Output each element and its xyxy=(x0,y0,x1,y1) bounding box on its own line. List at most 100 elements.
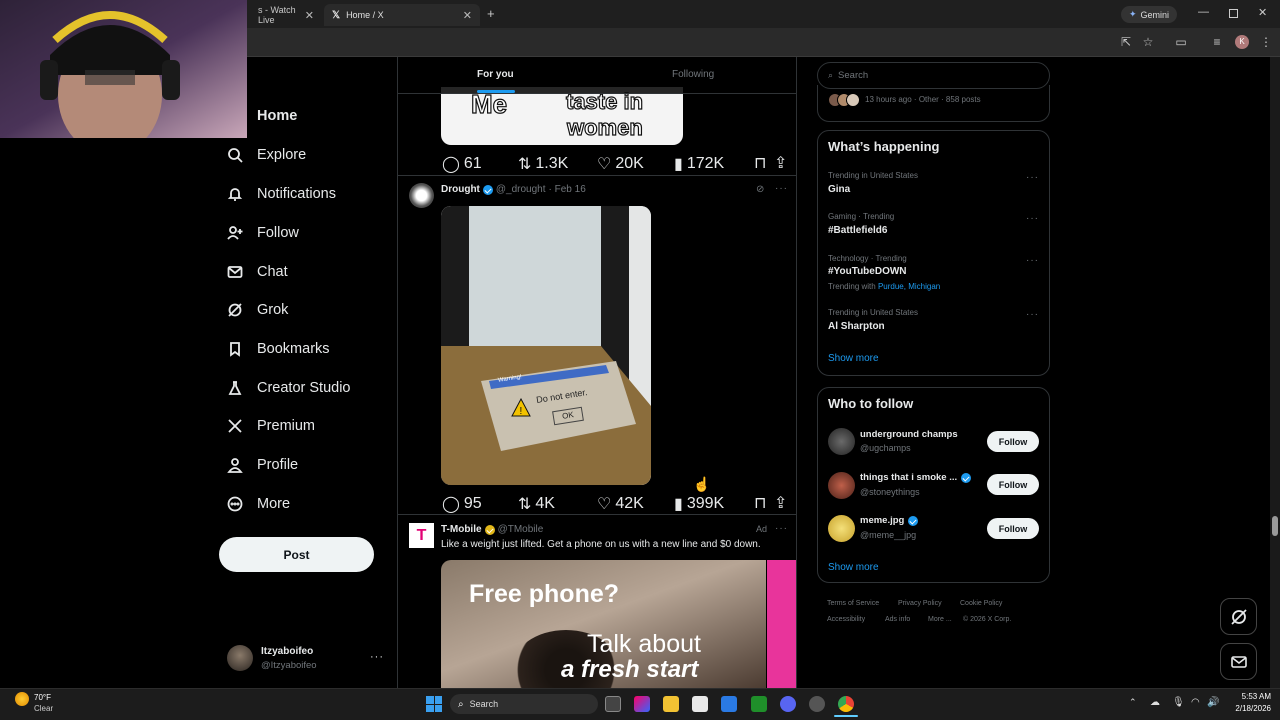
nav-notifications[interactable]: Notifications xyxy=(227,182,336,206)
nav-premium[interactable]: Premium xyxy=(227,414,315,438)
repost-button[interactable]: ⇅ 4K xyxy=(518,494,555,514)
views-button[interactable]: ▮ 399K xyxy=(674,494,724,514)
grok-icon[interactable]: ⊘ xyxy=(756,184,764,195)
account-name[interactable]: underground champs xyxy=(860,429,958,440)
footer-link-ads-info[interactable]: Ads info xyxy=(885,616,910,623)
app-icon[interactable] xyxy=(809,696,825,712)
trend-more-icon[interactable]: ··· xyxy=(1026,255,1039,266)
grok-float-button[interactable] xyxy=(1220,598,1257,635)
trend-more-icon[interactable]: ··· xyxy=(1026,213,1039,224)
minimize-icon[interactable]: — xyxy=(1198,6,1209,18)
footer-link-terms[interactable]: Terms of Service xyxy=(827,600,879,607)
task-view-icon[interactable] xyxy=(605,696,621,712)
more-icon[interactable]: ··· xyxy=(775,523,788,534)
nav-creator-studio[interactable]: Creator Studio xyxy=(227,376,351,400)
meme-image[interactable]: Me taste in women xyxy=(441,87,683,145)
tray-chevron-icon[interactable]: ⌃ xyxy=(1129,697,1137,708)
wifi-icon[interactable]: ◠ xyxy=(1191,697,1200,708)
tab-watch-live[interactable]: s - Watch Live ✕ xyxy=(250,4,322,26)
clock-time[interactable]: 5:53 AM xyxy=(1227,692,1271,701)
like-button[interactable]: ♡ 20K xyxy=(597,154,644,174)
reply-button[interactable]: ◯ 95 xyxy=(442,494,482,514)
maximize-icon[interactable] xyxy=(1229,9,1238,18)
side-panel-icon[interactable]: ▭ xyxy=(1173,34,1189,50)
messages-float-button[interactable] xyxy=(1220,643,1257,680)
taskbar-search[interactable]: ⌕ Search xyxy=(450,694,598,714)
trend-extra-links[interactable]: Purdue, Michigan xyxy=(878,282,940,291)
nav-more[interactable]: More xyxy=(227,492,290,516)
new-tab-button[interactable]: + xyxy=(487,6,495,21)
ad-image[interactable]: Free phone? Talk about a fresh start xyxy=(441,560,766,688)
views-button[interactable]: ▮ 172K xyxy=(674,154,724,174)
nav-chat[interactable]: Chat xyxy=(227,260,288,284)
post-image[interactable]: Warning! ! Do not enter. OK xyxy=(441,206,651,485)
gemini-button[interactable]: ✦ Gemini xyxy=(1121,6,1178,23)
clock-date[interactable]: 2/18/2026 xyxy=(1227,704,1271,713)
copilot-icon[interactable] xyxy=(634,696,650,712)
cloud-icon[interactable]: ☁ xyxy=(1150,697,1160,708)
tab-for-you[interactable]: For you xyxy=(477,69,514,80)
author-name[interactable]: Drought xyxy=(441,184,480,195)
trend-more-icon[interactable]: ··· xyxy=(1026,172,1039,183)
tmobile-logo[interactable]: T xyxy=(409,523,434,548)
share-button[interactable]: ⇪ xyxy=(774,493,787,513)
menu-kebab-icon[interactable]: ⋮ xyxy=(1258,34,1274,50)
trend-name[interactable]: Gina xyxy=(828,184,850,195)
nav-explore[interactable]: Explore xyxy=(227,143,306,167)
trend-name[interactable]: #Battlefield6 xyxy=(828,225,887,236)
tab-following[interactable]: Following xyxy=(672,69,714,80)
like-button[interactable]: ♡ 42K xyxy=(597,494,644,514)
trend-more-icon[interactable]: ··· xyxy=(1026,309,1039,320)
bookmark-button[interactable]: ⊓ xyxy=(754,493,766,513)
weather-icon[interactable] xyxy=(15,692,29,706)
follow-button[interactable]: Follow xyxy=(987,474,1039,495)
chrome-icon[interactable] xyxy=(838,696,854,712)
mic-icon[interactable]: 🎙 xyxy=(1172,697,1185,708)
window-close-icon[interactable]: ✕ xyxy=(1258,6,1267,19)
install-icon[interactable]: ⇱ xyxy=(1118,34,1134,50)
author-handle[interactable]: @_drought xyxy=(496,184,546,195)
store-icon[interactable] xyxy=(692,696,708,712)
avatar[interactable] xyxy=(409,183,434,208)
reading-list-icon[interactable]: ≡ xyxy=(1209,34,1225,50)
profile-avatar[interactable]: K xyxy=(1235,35,1249,49)
ad-image-next[interactable] xyxy=(767,560,796,688)
repost-button[interactable]: ⇅ 1.3K xyxy=(518,154,568,174)
windows-start-icon[interactable] xyxy=(426,696,442,712)
scrollbar-thumb[interactable] xyxy=(1272,516,1278,536)
account-name[interactable]: meme.jpg xyxy=(860,515,904,526)
scrollbar[interactable] xyxy=(1270,57,1280,688)
nav-bookmarks[interactable]: Bookmarks xyxy=(227,337,330,361)
post-button[interactable]: Post xyxy=(219,537,374,572)
close-icon[interactable]: ✕ xyxy=(305,9,314,22)
volume-icon[interactable]: 🔊 xyxy=(1207,697,1219,708)
footer-link-more[interactable]: More ... xyxy=(928,616,952,623)
more-icon[interactable]: ··· xyxy=(775,183,788,194)
account-menu-icon[interactable]: ··· xyxy=(370,651,384,663)
avatar[interactable] xyxy=(828,428,855,455)
show-more-link[interactable]: Show more xyxy=(828,353,879,364)
share-button[interactable]: ⇪ xyxy=(774,153,787,173)
discord-icon[interactable] xyxy=(780,696,796,712)
avatar[interactable] xyxy=(828,515,855,542)
outlook-icon[interactable] xyxy=(721,696,737,712)
file-explorer-icon[interactable] xyxy=(663,696,679,712)
nav-follow[interactable]: Follow xyxy=(227,221,299,245)
reply-button[interactable]: ◯ 61 xyxy=(442,154,482,174)
author-handle[interactable]: @TMobile xyxy=(498,524,544,535)
follow-button[interactable]: Follow xyxy=(987,431,1039,452)
avatar[interactable] xyxy=(227,645,253,671)
account-name[interactable]: things that i smoke ... xyxy=(860,472,957,483)
show-more-link[interactable]: Show more xyxy=(828,562,879,573)
bookmark-button[interactable]: ⊓ xyxy=(754,153,766,173)
author-name[interactable]: T-Mobile xyxy=(441,524,482,535)
nav-home[interactable]: Home xyxy=(257,104,297,128)
tab-home-x[interactable]: 𝕏 Home / X ✕ xyxy=(324,4,480,26)
footer-link-accessibility[interactable]: Accessibility xyxy=(827,616,865,623)
follow-button[interactable]: Follow xyxy=(987,518,1039,539)
post-date[interactable]: · Feb 16 xyxy=(549,184,586,195)
footer-link-cookie[interactable]: Cookie Policy xyxy=(960,600,1002,607)
close-icon[interactable]: ✕ xyxy=(463,9,472,22)
avatar[interactable] xyxy=(828,472,855,499)
trend-name[interactable]: Al Sharpton xyxy=(828,321,885,332)
